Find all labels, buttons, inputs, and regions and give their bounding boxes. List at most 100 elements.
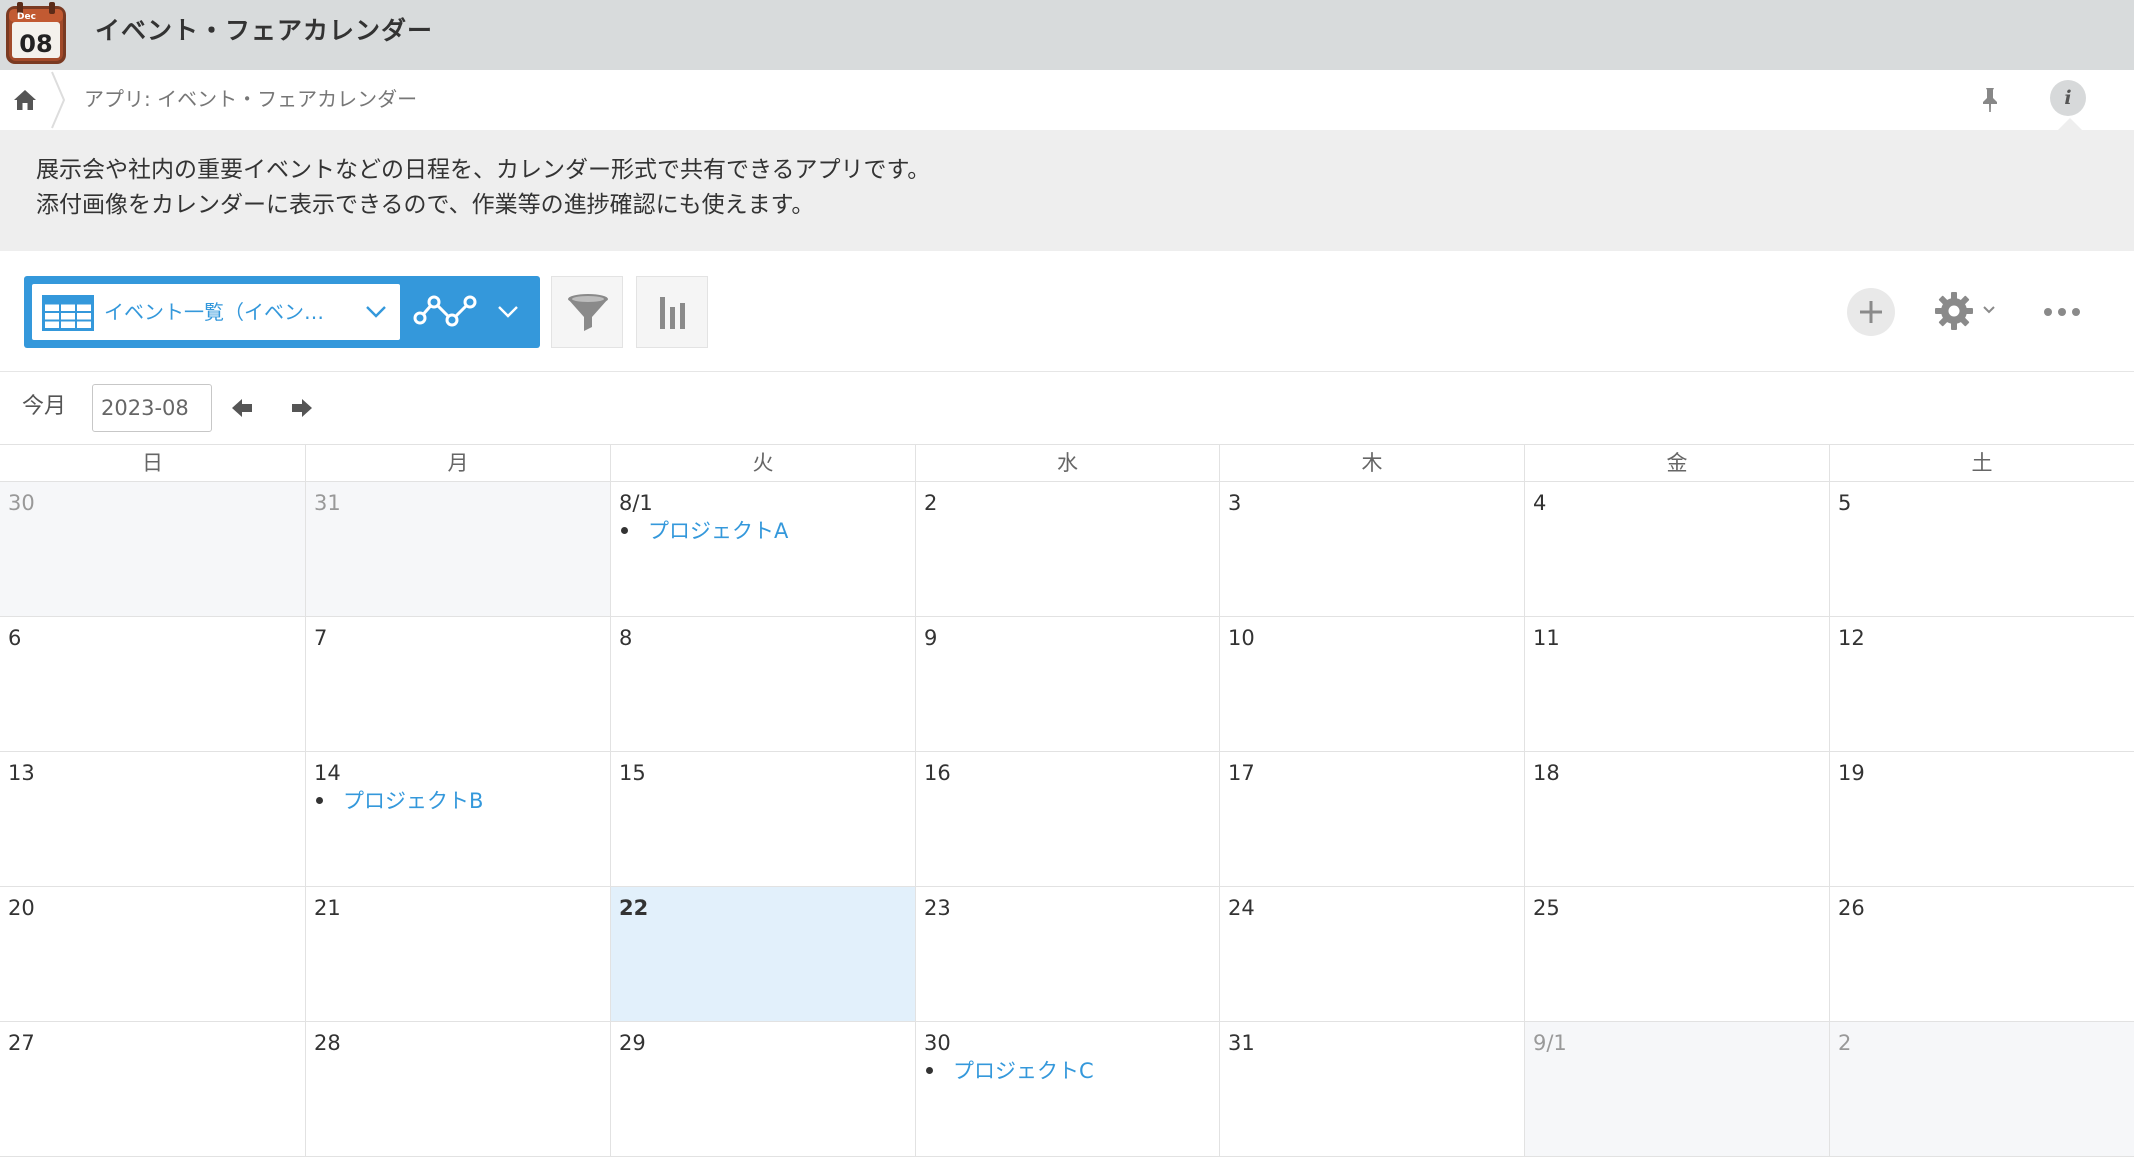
calendar-day-cell[interactable]: 24 xyxy=(1219,887,1524,1022)
day-number: 27 xyxy=(8,1031,35,1055)
day-number: 25 xyxy=(1533,896,1560,920)
description-line-1: 展示会や社内の重要イベントなどの日程を、カレンダー形式で共有できるアプリです。 xyxy=(36,157,931,183)
day-number: 22 xyxy=(619,896,649,920)
toolbar-divider xyxy=(0,371,2134,372)
calendar-day-cell[interactable]: 13 xyxy=(0,752,305,887)
chevron-down-icon[interactable] xyxy=(496,302,520,322)
day-number: 31 xyxy=(314,491,341,515)
info-button[interactable]: i xyxy=(2050,80,2086,116)
calendar-day-cell[interactable]: 17 xyxy=(1219,752,1524,887)
arrow-right-icon[interactable] xyxy=(290,395,314,421)
breadcrumb-app-link[interactable]: アプリ: イベント・フェアカレンダー xyxy=(84,84,417,114)
svg-text:Dec: Dec xyxy=(17,12,36,22)
calendar-day-cell[interactable]: 7 xyxy=(305,617,610,752)
day-number: 21 xyxy=(314,896,341,920)
calendar-day-cell[interactable]: 31 xyxy=(305,482,610,617)
day-number: 2 xyxy=(1838,1031,1852,1055)
add-record-button[interactable] xyxy=(1847,288,1895,336)
day-number: 10 xyxy=(1228,626,1255,650)
plus-icon xyxy=(1860,301,1882,323)
app-header: Dec 08 イベント・フェアカレンダー xyxy=(0,0,2134,70)
calendar-day-cell[interactable]: 18 xyxy=(1524,752,1829,887)
day-number: 8/1 xyxy=(619,491,653,515)
weekday-label: 火 xyxy=(610,445,915,482)
calendar-event-link[interactable]: プロジェクトC xyxy=(926,1056,1094,1086)
pin-icon[interactable] xyxy=(1978,86,2002,114)
calendar-day-cell[interactable]: 6 xyxy=(0,617,305,752)
arrow-left-icon[interactable] xyxy=(230,395,254,421)
day-number: 18 xyxy=(1533,761,1560,785)
day-number: 9/1 xyxy=(1533,1031,1567,1055)
calendar-day-cell[interactable]: 29 xyxy=(610,1022,915,1157)
calendar-day-cell[interactable]: 21 xyxy=(305,887,610,1022)
month-input[interactable] xyxy=(92,384,212,432)
chart-button[interactable] xyxy=(636,276,708,348)
funnel-icon xyxy=(568,294,608,331)
calendar-day-cell[interactable]: 14 プロジェクトB xyxy=(305,752,610,887)
weekday-label: 水 xyxy=(915,445,1219,482)
table-view-icon xyxy=(42,295,94,331)
calendar-day-cell[interactable]: 2 xyxy=(915,482,1219,617)
calendar-event-link[interactable]: プロジェクトA xyxy=(621,516,788,546)
bullet-icon xyxy=(316,796,323,804)
calendar-day-cell[interactable]: 12 xyxy=(1829,617,2134,752)
calendar-day-cell[interactable]: 4 xyxy=(1524,482,1829,617)
calendar-day-cell[interactable]: 2 xyxy=(1829,1022,2134,1157)
weekday-label: 木 xyxy=(1219,445,1524,482)
calendar-day-cell[interactable]: 11 xyxy=(1524,617,1829,752)
calendar-day-cell[interactable]: 19 xyxy=(1829,752,2134,887)
day-number: 3 xyxy=(1228,491,1242,515)
day-number: 2 xyxy=(924,491,938,515)
description-pointer xyxy=(2058,118,2082,130)
calendar-day-cell[interactable]: 10 xyxy=(1219,617,1524,752)
calendar-day-cell[interactable]: 31 xyxy=(1219,1022,1524,1157)
calendar-day-cell[interactable]: 25 xyxy=(1524,887,1829,1022)
calendar-day-cell[interactable]: 30 プロジェクトC xyxy=(915,1022,1219,1157)
calendar-day-cell[interactable]: 8 xyxy=(610,617,915,752)
day-number: 30 xyxy=(8,491,35,515)
day-number: 16 xyxy=(924,761,951,785)
calendar-day-cell-today[interactable]: 22 xyxy=(610,887,915,1022)
weekday-label: 土 xyxy=(1829,445,2134,482)
calendar-day-cell[interactable]: 20 xyxy=(0,887,305,1022)
chevron-down-icon[interactable] xyxy=(1981,303,1997,317)
day-number: 5 xyxy=(1838,491,1852,515)
day-number: 23 xyxy=(924,896,951,920)
calendar-day-cell[interactable]: 30 xyxy=(0,482,305,617)
event-title: プロジェクトC xyxy=(953,1059,1094,1083)
calendar-day-cell[interactable]: 15 xyxy=(610,752,915,887)
calendar-event-link[interactable]: プロジェクトB xyxy=(316,786,483,816)
calendar-day-cell[interactable]: 9 xyxy=(915,617,1219,752)
gear-icon[interactable] xyxy=(1934,291,1974,331)
day-number: 6 xyxy=(8,626,22,650)
calendar-day-cell[interactable]: 16 xyxy=(915,752,1219,887)
weekday-label: 月 xyxy=(305,445,610,482)
more-options-icon[interactable] xyxy=(2042,302,2082,322)
filter-button[interactable] xyxy=(551,276,623,348)
calendar-day-cell[interactable]: 8/1 プロジェクトA xyxy=(610,482,915,617)
calendar-day-cell[interactable]: 23 xyxy=(915,887,1219,1022)
bar-chart-icon xyxy=(660,297,685,329)
day-number: 12 xyxy=(1838,626,1865,650)
calendar-day-cell[interactable]: 26 xyxy=(1829,887,2134,1022)
calendar-day-cell[interactable]: 5 xyxy=(1829,482,2134,617)
day-number: 19 xyxy=(1838,761,1865,785)
calendar-day-cell[interactable]: 9/1 xyxy=(1524,1022,1829,1157)
day-number: 13 xyxy=(8,761,35,785)
calendar-weekday-header: 日 月火水木金土 xyxy=(0,444,2134,482)
day-number: 24 xyxy=(1228,896,1255,920)
calendar-day-cell[interactable]: 27 xyxy=(0,1022,305,1157)
breadcrumb-separator-icon xyxy=(51,71,66,129)
info-icon: i xyxy=(2064,87,2072,109)
day-number: 30 xyxy=(924,1031,951,1055)
this-month-button[interactable]: 今月 xyxy=(22,390,66,424)
day-number: 29 xyxy=(619,1031,646,1055)
day-number: 20 xyxy=(8,896,35,920)
home-icon[interactable] xyxy=(12,88,38,112)
day-number: 9 xyxy=(924,626,938,650)
day-number: 8 xyxy=(619,626,633,650)
line-graph-icon[interactable] xyxy=(412,290,478,334)
day-number: 26 xyxy=(1838,896,1865,920)
calendar-day-cell[interactable]: 28 xyxy=(305,1022,610,1157)
calendar-day-cell[interactable]: 3 xyxy=(1219,482,1524,617)
